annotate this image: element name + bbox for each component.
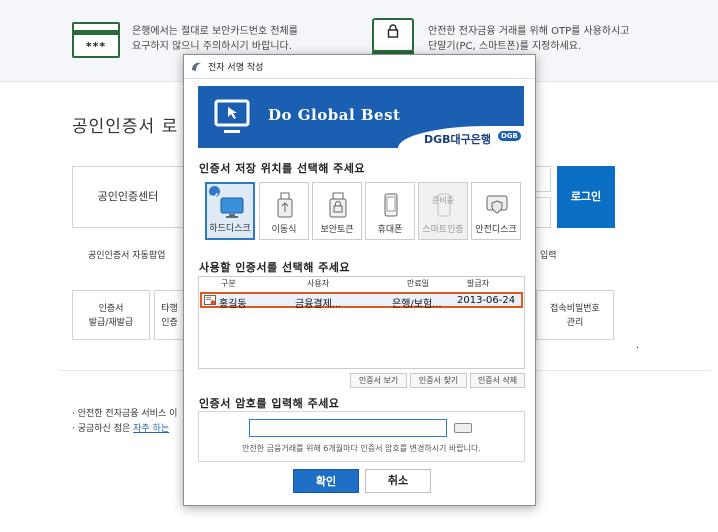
confirm-button[interactable]: 확인 bbox=[293, 469, 359, 493]
column-header: 구분 bbox=[221, 279, 236, 288]
id-field-edge[interactable] bbox=[536, 166, 551, 192]
bank-page: *** 은행에서는 절대로 보안카드번호 전체를 요구하지 않으니 주의하시기 … bbox=[0, 0, 718, 532]
find-cert-button[interactable]: 인증서 찾기 bbox=[410, 373, 467, 388]
cert-issue-button[interactable]: 인증서 발급/재발급 bbox=[72, 290, 150, 340]
cert-center-button[interactable]: 공인인증센터 bbox=[72, 166, 184, 228]
login-button[interactable]: 로그인 bbox=[557, 166, 615, 228]
password-panel: 안전한 금융거래를 위해 6개월마다 인증서 암호를 변경하시기 바랍니다. bbox=[198, 411, 525, 462]
storage-safe-disk[interactable]: 안전디스크 bbox=[471, 182, 521, 240]
phone-icon bbox=[384, 193, 398, 217]
storage-label: 하드디스크 bbox=[209, 224, 251, 234]
banner-slogan: Do Global Best bbox=[268, 106, 401, 124]
info-bullet: · 궁금하신 점은 자주 하는 bbox=[72, 424, 170, 434]
input-label: 입력 bbox=[540, 251, 557, 261]
view-cert-button[interactable]: 인증서 보기 bbox=[350, 373, 407, 388]
faq-link[interactable]: 자주 하는 bbox=[133, 424, 169, 434]
column-header: 발급자 bbox=[467, 279, 490, 288]
cert-section-title: 사용할 인증서를 선택해 주세요 bbox=[199, 261, 351, 274]
storage-label: 이동식 bbox=[271, 225, 297, 235]
storage-smart-auth: 준비중 스마트인증 bbox=[418, 182, 468, 240]
table-row[interactable]: 홍길동 금융결제... 은행/보험... 2013-06-24 bbox=[200, 292, 523, 310]
otp-lock-icon bbox=[372, 18, 414, 59]
info-bullet: · 안전한 전자금융 서비스 이 bbox=[72, 409, 178, 419]
usb-icon bbox=[277, 192, 293, 218]
bank-banner: Do Global Best DGB대구은행 DGB bbox=[198, 86, 524, 148]
notice-line: 단말기(PC, 스마트폰)를 지정하세요. bbox=[428, 41, 582, 52]
smart-auth-icon bbox=[437, 193, 451, 217]
otp-notice: 안전한 전자금융 거래를 위해 OTP를 사용하시고 단말기(PC, 스마트폰)… bbox=[428, 24, 630, 54]
cancel-button[interactable]: 취소 bbox=[365, 469, 431, 493]
notice-line: 은행에서는 절대로 보안카드번호 전체를 bbox=[132, 26, 298, 37]
delete-cert-button[interactable]: 인증서 삭제 bbox=[470, 373, 525, 388]
bank-name: DGB대구은행 bbox=[424, 133, 492, 146]
notice-line: 요구하지 않으니 주의하시기 바랍니다. bbox=[132, 41, 292, 52]
column-header: 사용자 bbox=[307, 279, 330, 288]
app-logo-icon bbox=[192, 62, 201, 71]
password-section-title: 인증서 암호를 입력해 주세요 bbox=[199, 397, 340, 410]
notice-line: 안전한 전자금융 거래를 위해 OTP를 사용하시고 bbox=[428, 26, 630, 37]
auto-popup-label[interactable]: 공인인증서 자동팝업 bbox=[88, 248, 165, 261]
storage-label: 휴대폰 bbox=[377, 225, 403, 235]
password-note: 안전한 금융거래를 위해 6개월마다 인증서 암호를 변경하시기 바랍니다. bbox=[242, 444, 481, 453]
cert-expiry: 2013-06-24 bbox=[457, 295, 516, 306]
security-token-icon bbox=[329, 192, 347, 218]
storage-label: 보안토큰 bbox=[320, 225, 354, 235]
page-title: 공인인증서 로 bbox=[72, 117, 179, 137]
access-password-button[interactable]: 접속비밀번호 관리 bbox=[536, 290, 614, 340]
certificate-table: 구분 사용자 만료일 발급자 홍길동 금융결제... 은행/보험... 2013… bbox=[198, 276, 525, 369]
security-card-icon: *** bbox=[72, 22, 120, 58]
storage-label: 안전디스크 bbox=[475, 225, 517, 235]
column-header: 만료일 bbox=[407, 279, 430, 288]
banner-wave: DGB대구은행 DGB bbox=[398, 126, 524, 148]
monitor-icon bbox=[214, 99, 250, 133]
storage-hard-disk[interactable]: 하드디스크 bbox=[205, 182, 255, 240]
security-card-notice: 은행에서는 절대로 보안카드번호 전체를 요구하지 않으니 주의하시기 바랍니다… bbox=[132, 24, 298, 54]
cert-user: 홍길동 bbox=[219, 299, 247, 310]
password-field-edge[interactable] bbox=[536, 197, 551, 228]
storage-phone[interactable]: 휴대폰 bbox=[365, 182, 415, 240]
dialog-title: 전자 서명 작성 bbox=[208, 63, 264, 73]
hard-disk-icon bbox=[220, 197, 244, 218]
cert-issuer: 은행/보험... bbox=[392, 299, 442, 310]
dialog-titlebar[interactable]: 전자 서명 작성 bbox=[184, 55, 535, 79]
storage-security-token[interactable]: 보안토큰 bbox=[312, 182, 362, 240]
cert-type: 금융결제... bbox=[295, 299, 342, 310]
certificate-icon bbox=[204, 295, 216, 305]
cert-password-input[interactable] bbox=[249, 419, 447, 437]
check-icon bbox=[209, 186, 220, 199]
safe-disk-icon bbox=[486, 195, 508, 214]
digital-signature-dialog: 전자 서명 작성 Do Global Best DGB대구은행 DGB 인증서 … bbox=[183, 54, 536, 506]
bank-logo-badge: DGB bbox=[498, 131, 521, 141]
virtual-keyboard-icon[interactable] bbox=[454, 423, 472, 433]
storage-section-title: 인증서 저장 위치를 선택해 주세요 bbox=[199, 162, 365, 175]
storage-label: 스마트인증 bbox=[422, 225, 464, 235]
storage-usb[interactable]: 이동식 bbox=[259, 182, 309, 240]
dot-mark: . bbox=[636, 340, 640, 351]
other-bank-cert-button[interactable]: 타행 인증 bbox=[154, 290, 184, 340]
